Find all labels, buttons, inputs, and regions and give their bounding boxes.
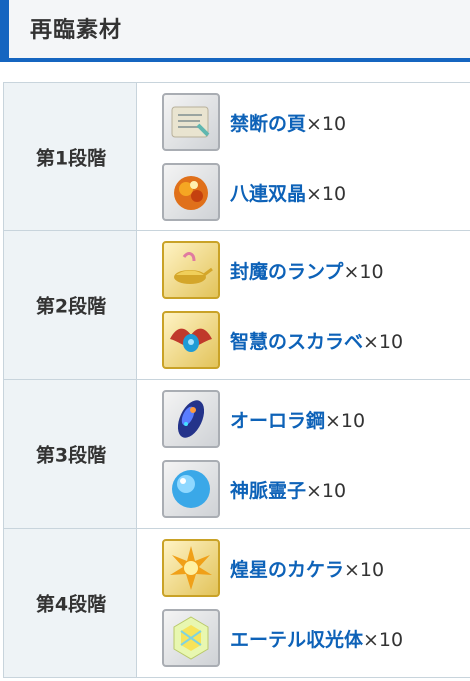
material-item[interactable]: 煌星のカケラ×10 xyxy=(162,537,384,599)
material-item[interactable]: オーロラ鋼×10 xyxy=(162,388,365,450)
table-row: 第4段階 煌星のカケラ×10 エーテル収光体×10 xyxy=(3,529,470,678)
items-cell: 封魔のランプ×10 智慧のスカラベ×10 xyxy=(137,231,470,379)
table-row: 第2段階 封魔のランプ×10 智慧のスカラベ×10 xyxy=(3,231,470,380)
section-title: 再臨素材 xyxy=(30,18,123,43)
material-name-link[interactable]: 神脈霊子 xyxy=(230,480,306,502)
material-quantity: ×10 xyxy=(306,182,347,205)
items-cell: 煌星のカケラ×10 エーテル収光体×10 xyxy=(137,529,470,677)
stage-cell: 第1段階 xyxy=(3,83,137,230)
divine-spiritron-icon[interactable] xyxy=(162,460,220,518)
items-cell: オーロラ鋼×10 神脈霊子×10 xyxy=(137,380,470,528)
items-cell: 禁断の頁×10 八連双晶×10 xyxy=(137,83,470,230)
material-name-link[interactable]: 智慧のスカラベ xyxy=(230,331,363,353)
stage-label: 第2段階 xyxy=(35,295,107,318)
section-header: 再臨素材 xyxy=(0,0,470,62)
forbidden-page-icon[interactable] xyxy=(162,93,220,151)
material-name-link[interactable]: 煌星のカケラ xyxy=(230,559,344,581)
stage-cell: 第2段階 xyxy=(3,231,137,379)
stage-cell: 第4段階 xyxy=(3,529,137,677)
material-quantity: ×10 xyxy=(343,260,384,283)
material-item[interactable]: 智慧のスカラベ×10 xyxy=(162,309,403,371)
table-row: 第3段階 オーロラ鋼×10 神脈霊子×10 xyxy=(3,380,470,529)
octuplet-crystals-icon[interactable] xyxy=(162,163,220,221)
stage-label: 第3段階 xyxy=(35,444,107,467)
star-shard-icon[interactable] xyxy=(162,539,220,597)
material-item[interactable]: 八連双晶×10 xyxy=(162,161,346,223)
material-quantity: ×10 xyxy=(325,409,366,432)
material-quantity: ×10 xyxy=(344,558,385,581)
header-accent-bar xyxy=(0,0,9,60)
material-quantity: ×10 xyxy=(306,479,347,502)
material-item[interactable]: 封魔のランプ×10 xyxy=(162,239,384,301)
stage-label: 第1段階 xyxy=(35,147,107,169)
material-name-link[interactable]: エーテル収光体 xyxy=(230,629,363,651)
material-item[interactable]: エーテル収光体×10 xyxy=(162,607,403,669)
header-underline xyxy=(0,58,470,62)
ascension-materials-table: 第1段階 禁断の頁×10 八連双晶×10 第2段階 封魔のランプ×10 智慧のス… xyxy=(3,82,470,678)
stage-cell: 第3段階 xyxy=(3,380,137,528)
scarab-icon[interactable] xyxy=(162,311,220,369)
material-quantity: ×10 xyxy=(306,112,347,135)
material-name-link[interactable]: 封魔のランプ xyxy=(230,261,343,283)
magic-lamp-icon[interactable] xyxy=(162,241,220,299)
material-name-link[interactable]: 禁断の頁 xyxy=(230,113,306,135)
material-quantity: ×10 xyxy=(363,330,404,353)
ether-crystal-icon[interactable] xyxy=(162,609,220,667)
material-item[interactable]: 禁断の頁×10 xyxy=(162,91,346,153)
aurora-steel-icon[interactable] xyxy=(162,390,220,448)
material-name-link[interactable]: 八連双晶 xyxy=(230,183,306,205)
material-item[interactable]: 神脈霊子×10 xyxy=(162,458,346,520)
stage-label: 第4段階 xyxy=(35,593,107,616)
table-row: 第1段階 禁断の頁×10 八連双晶×10 xyxy=(3,83,470,231)
material-quantity: ×10 xyxy=(363,628,404,651)
material-name-link[interactable]: オーロラ鋼 xyxy=(230,410,325,432)
